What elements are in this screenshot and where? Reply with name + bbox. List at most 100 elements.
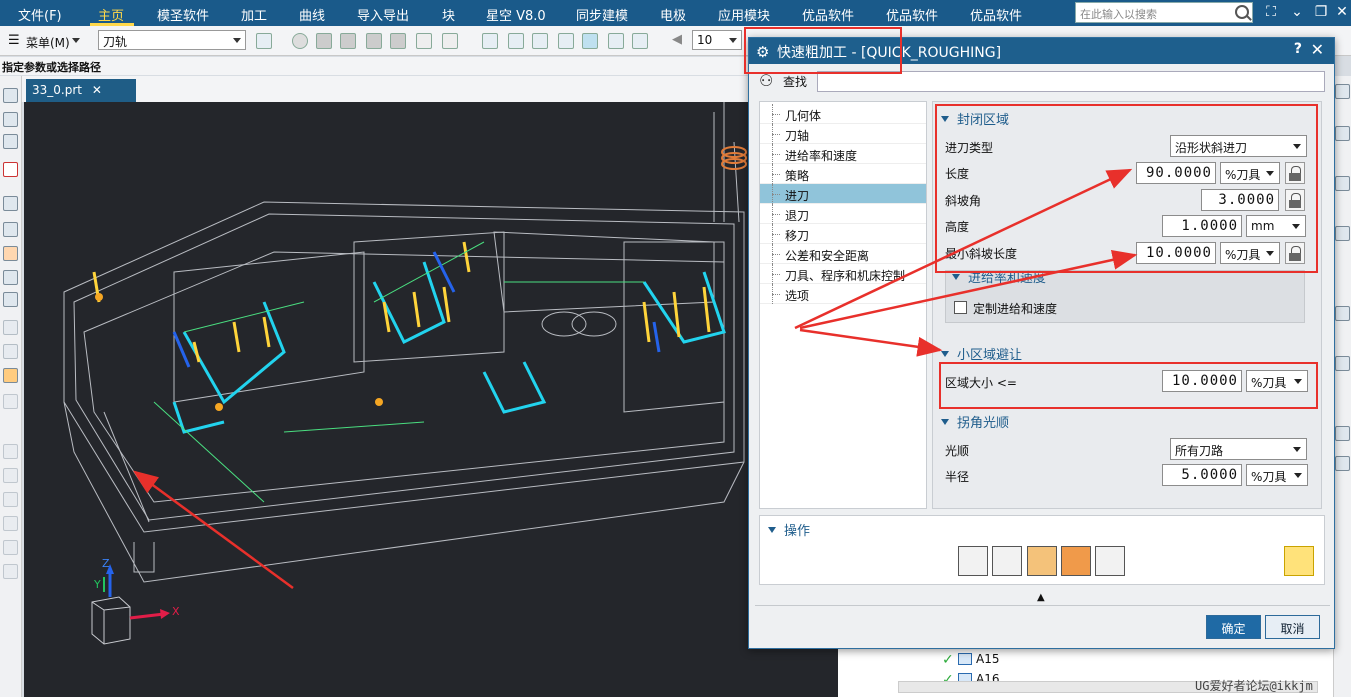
dialog-close-button[interactable]: ✕ <box>1311 40 1324 59</box>
palette-icon[interactable] <box>3 394 18 409</box>
area-size-unit-select[interactable]: %刀具 <box>1246 370 1308 392</box>
machine-library-icon[interactable] <box>3 540 18 555</box>
tree-item-options[interactable]: 选项 <box>760 284 926 304</box>
smooth-select[interactable]: 所有刀路 <box>1170 438 1307 460</box>
roles-panel-icon[interactable] <box>1335 426 1350 441</box>
assembly-navigator-icon[interactable] <box>3 112 18 127</box>
menu-mold-software[interactable]: 模圣软件 <box>157 5 209 24</box>
xyz-axis-icon[interactable] <box>558 33 574 49</box>
tree-item-retract[interactable]: 退刀 <box>760 204 926 224</box>
graphics-viewport[interactable]: Z Y X <box>24 102 838 697</box>
arrow-left-icon[interactable]: ◀ <box>672 32 682 47</box>
menu-youpin-1[interactable]: 优品软件 <box>802 5 854 24</box>
list-toolpath-icon[interactable] <box>1095 546 1125 576</box>
min-ramp-length-input[interactable]: 10.0000 <box>1136 242 1216 264</box>
help-button[interactable]: ? <box>1294 41 1302 57</box>
height-unit-select[interactable]: mm <box>1246 215 1306 237</box>
show-hide-icon[interactable] <box>582 33 598 49</box>
history-clock-icon[interactable] <box>1335 356 1350 371</box>
replay-toolpath-icon[interactable] <box>992 546 1022 576</box>
orange-view-icon[interactable] <box>3 246 18 261</box>
find-input[interactable] <box>817 71 1325 92</box>
lock-icon[interactable] <box>1285 242 1305 264</box>
height-input[interactable]: 1.0000 <box>1162 215 1242 237</box>
length-input[interactable]: 90.0000 <box>1136 162 1216 184</box>
radius-unit-select[interactable]: %刀具 <box>1246 464 1308 486</box>
tree-item-engage[interactable]: 进刀 <box>760 184 926 204</box>
system-scenes-icon[interactable] <box>3 468 18 483</box>
menu-lines-icon[interactable]: ☰ <box>8 33 20 48</box>
menu-home[interactable]: 主页 <box>98 5 124 24</box>
closed-region-header[interactable]: 封闭区域 <box>941 109 1009 128</box>
generate-toolpath-icon[interactable] <box>958 546 988 576</box>
material-library-icon[interactable] <box>3 564 18 579</box>
menu-curve[interactable]: 曲线 <box>299 5 325 24</box>
web-icon[interactable] <box>1335 306 1350 321</box>
menu-youpin-3[interactable]: 优品软件 <box>970 5 1022 24</box>
ramp-angle-input[interactable]: 3.0000 <box>1201 189 1279 211</box>
tree-item-feeds-speeds[interactable]: 进给率和速度 <box>760 144 926 164</box>
tree-item-transfer[interactable]: 移刀 <box>760 224 926 244</box>
refresh-view-icon[interactable] <box>482 33 498 49</box>
menu-file[interactable]: 文件(F) <box>18 5 62 24</box>
snap-view-icon[interactable] <box>508 33 524 49</box>
min-ramp-unit-select[interactable]: %刀具 <box>1220 242 1280 264</box>
restore-icon[interactable]: ❐ <box>1313 4 1329 20</box>
custom-feed-checkbox[interactable] <box>954 301 967 314</box>
navigator-icon[interactable] <box>1335 176 1350 191</box>
close-tab-icon[interactable]: ✕ <box>92 83 102 97</box>
menu-xingkong[interactable]: 星空 V8.0 <box>486 5 546 24</box>
reuse-icon[interactable] <box>1335 456 1350 471</box>
length-unit-select[interactable]: %刀具 <box>1220 162 1280 184</box>
reuse-library-icon[interactable] <box>3 344 18 359</box>
curve-rule-icon[interactable] <box>416 33 432 49</box>
measure-icon[interactable] <box>3 292 18 307</box>
collapse-up-icon[interactable]: ▲ <box>1037 592 1045 603</box>
menu-app-modules[interactable]: 应用模块 <box>718 5 770 24</box>
menu-dropdown-label[interactable]: 菜单(M) <box>26 34 70 51</box>
dialog-titlebar[interactable]: ⚙ 快速粗加工 - [QUICK_ROUGHING] ? ✕ <box>749 38 1334 64</box>
lock-icon[interactable] <box>1285 162 1305 184</box>
tree-item-a15[interactable]: A15 <box>976 652 999 666</box>
menu-import-export[interactable]: 导入导出 <box>357 5 409 24</box>
menu-youpin-2[interactable]: 优品软件 <box>886 5 938 24</box>
menu-electrode[interactable]: 电极 <box>660 5 686 24</box>
tree-item-strategy[interactable]: 策略 <box>760 164 926 184</box>
visibility-icon[interactable] <box>3 222 18 237</box>
cancel-button[interactable]: 取消 <box>1265 615 1320 639</box>
save-view-icon[interactable] <box>632 33 648 49</box>
type-filter-select[interactable]: 刀轨 <box>98 30 246 50</box>
mcs-icon[interactable] <box>608 33 624 49</box>
area-size-input[interactable]: 10.0000 <box>1162 370 1242 392</box>
close-window-icon[interactable]: ✕ <box>1334 4 1350 20</box>
point-rule-icon[interactable] <box>442 33 458 49</box>
fullscreen-icon[interactable]: ⛶ <box>1263 4 1279 20</box>
simulate-icon[interactable] <box>1061 546 1091 576</box>
corner-smoothing-header[interactable]: 拐角光顺 <box>941 412 1009 431</box>
web-browser-icon[interactable] <box>3 492 18 507</box>
ok-button[interactable]: 确定 <box>1206 615 1261 639</box>
history-icon[interactable] <box>3 320 18 335</box>
document-tab[interactable]: 33_0.prt ✕ <box>26 79 136 102</box>
face-select-icon[interactable] <box>316 33 332 49</box>
menu-manufacturing[interactable]: 加工 <box>241 5 267 24</box>
selection-scope-icon[interactable] <box>256 33 272 49</box>
tree-item-tool-axis[interactable]: 刀轴 <box>760 124 926 144</box>
constraint-navigator-icon[interactable] <box>3 134 18 149</box>
library-icon[interactable] <box>1335 226 1350 241</box>
hide-icon[interactable] <box>3 270 18 285</box>
wcs-icon[interactable] <box>532 33 548 49</box>
search-input[interactable]: 在此输入以搜索 <box>1075 2 1253 23</box>
tool-library-icon[interactable] <box>3 516 18 531</box>
machine-navigator-icon[interactable] <box>3 196 18 211</box>
body-select-icon[interactable] <box>366 33 382 49</box>
deselect-icon[interactable] <box>292 33 308 49</box>
radius-input[interactable]: 5.0000 <box>1162 464 1242 486</box>
chevron-down-icon[interactable]: ⌄ <box>1289 4 1305 20</box>
process-icon[interactable] <box>3 368 18 383</box>
solid-select-icon[interactable] <box>390 33 406 49</box>
part-icon[interactable] <box>1335 126 1350 141</box>
roles-icon[interactable] <box>3 444 18 459</box>
tree-item-tolerance[interactable]: 公差和安全距离 <box>760 244 926 264</box>
verify-icon[interactable] <box>1027 546 1057 576</box>
